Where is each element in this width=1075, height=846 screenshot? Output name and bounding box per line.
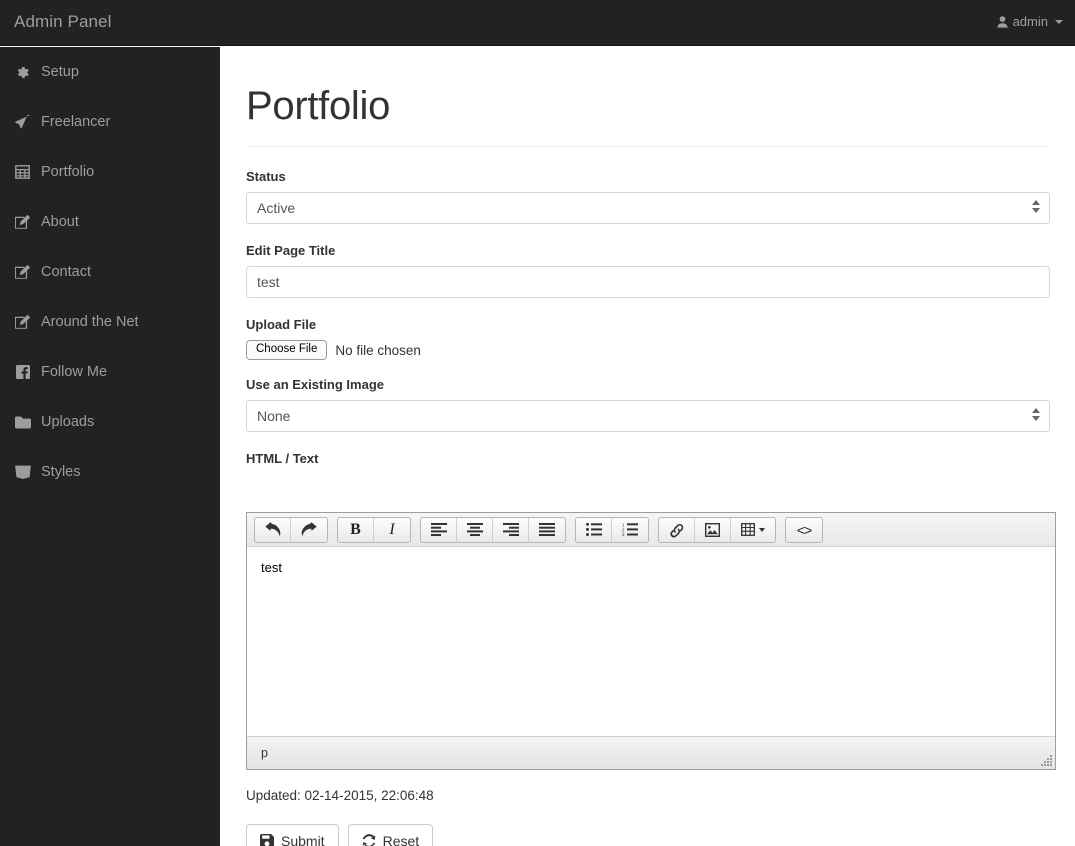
gear-icon	[14, 65, 31, 80]
redo-icon[interactable]	[291, 518, 327, 542]
table-icon[interactable]	[731, 518, 775, 542]
form-actions: Submit Reset	[246, 824, 434, 846]
sidebar-item-portfolio[interactable]: Portfolio	[0, 147, 220, 197]
save-icon	[260, 834, 274, 846]
css3-icon	[14, 465, 31, 479]
sidebar-item-uploads[interactable]: Uploads	[0, 397, 220, 447]
status-label: Status	[246, 169, 286, 184]
html-text-label: HTML / Text	[246, 451, 319, 466]
sidebar-item-styles[interactable]: Styles	[0, 447, 220, 497]
sidebar-item-follow-me[interactable]: Follow Me	[0, 347, 220, 397]
sidebar-item-setup[interactable]: Setup	[0, 47, 220, 97]
editor-element-path[interactable]: p	[261, 746, 268, 760]
sidebar-navigation: Setup Freelancer Portfolio About Contact…	[0, 47, 220, 846]
editor-status-bar: p	[247, 736, 1055, 769]
submit-button[interactable]: Submit	[246, 824, 339, 846]
file-input-row[interactable]: Choose File No file chosen	[246, 340, 421, 360]
caret-down-icon	[1055, 19, 1063, 24]
top-header-bar: Admin Panel admin	[0, 0, 1075, 46]
title-divider	[246, 146, 1050, 147]
toolbar-group-insert	[658, 516, 776, 543]
sidebar-item-label: Contact	[41, 264, 91, 280]
editor-toolbar: B I 1 2 3 <>	[247, 513, 1055, 547]
edit-icon	[14, 214, 31, 230]
align-right-icon[interactable]	[493, 517, 529, 542]
toolbar-group-format: B I	[337, 516, 411, 543]
sidebar-item-freelancer[interactable]: Freelancer	[0, 97, 220, 147]
reset-button-label: Reset	[382, 833, 420, 846]
link-icon[interactable]	[659, 517, 695, 542]
svg-text:3: 3	[622, 532, 625, 536]
edit-icon	[14, 264, 31, 280]
sidebar-item-label: Freelancer	[41, 114, 111, 130]
upload-file-label: Upload File	[246, 317, 317, 332]
source-code-icon[interactable]: <>	[786, 518, 822, 542]
align-left-icon[interactable]	[421, 517, 457, 542]
sidebar-item-label: Around the Net	[41, 314, 139, 330]
user-menu-label: admin	[1012, 14, 1048, 29]
undo-icon[interactable]	[255, 517, 291, 542]
page-title-input[interactable]	[246, 266, 1050, 298]
existing-image-select-wrapper[interactable]: None	[246, 400, 1050, 432]
align-justify-icon[interactable]	[529, 518, 565, 542]
toolbar-group-lists: 123	[575, 516, 649, 543]
no-file-chosen-text: No file chosen	[335, 342, 421, 358]
existing-image-label: Use an Existing Image	[246, 377, 384, 392]
toolbar-group-alignment	[420, 516, 566, 543]
bullet-list-icon[interactable]	[576, 517, 612, 542]
status-select[interactable]: Active	[246, 192, 1050, 224]
edit-icon	[14, 314, 31, 330]
choose-file-button[interactable]: Choose File	[246, 340, 328, 360]
editor-resize-handle[interactable]	[1040, 754, 1052, 766]
table-icon	[14, 165, 31, 179]
sidebar-item-label: Styles	[41, 464, 81, 480]
sidebar-item-label: Uploads	[41, 414, 95, 430]
app-brand-title[interactable]: Admin Panel	[14, 12, 112, 32]
main-content-area: Portfolio Status Active Edit Page Title …	[220, 46, 1075, 846]
updated-timestamp: Updated: 02-14-2015, 22:06:48	[246, 788, 434, 803]
sidebar-item-label: Follow Me	[41, 364, 108, 380]
sidebar-item-around-the-net[interactable]: Around the Net	[0, 297, 220, 347]
sidebar-item-label: Portfolio	[41, 164, 95, 180]
italic-glyph: I	[389, 520, 395, 538]
page-title-label: Edit Page Title	[246, 243, 336, 258]
submit-button-label: Submit	[281, 833, 325, 846]
chevron-down-icon	[759, 527, 765, 532]
numbered-list-icon[interactable]: 123	[612, 518, 648, 542]
bold-glyph: B	[350, 520, 361, 538]
folder-icon	[14, 416, 31, 429]
existing-image-select[interactable]: None	[246, 400, 1050, 432]
page-title: Portfolio	[246, 84, 391, 128]
sidebar-item-label: Setup	[41, 64, 79, 80]
toolbar-group-history	[254, 516, 328, 543]
person-icon	[996, 15, 1008, 28]
sidebar-item-about[interactable]: About	[0, 197, 220, 247]
refresh-icon	[362, 834, 376, 846]
paper-plane-icon	[14, 114, 31, 130]
reset-button[interactable]: Reset	[347, 824, 434, 846]
align-center-icon[interactable]	[457, 517, 493, 542]
editor-content-area[interactable]: test	[247, 548, 1055, 736]
rich-text-editor: B I 1 2 3 <> test p	[246, 512, 1056, 770]
bold-icon[interactable]: B	[338, 517, 374, 542]
toolbar-group-source: <>	[785, 516, 823, 543]
source-code-glyph: <>	[796, 521, 812, 538]
facebook-icon	[14, 365, 31, 379]
sidebar-item-contact[interactable]: Contact	[0, 247, 220, 297]
status-select-wrapper[interactable]: Active	[246, 192, 1050, 224]
italic-icon[interactable]: I	[374, 518, 410, 542]
image-icon[interactable]	[695, 517, 731, 542]
sidebar-item-label: About	[41, 214, 79, 230]
user-menu[interactable]: admin	[996, 14, 1063, 29]
